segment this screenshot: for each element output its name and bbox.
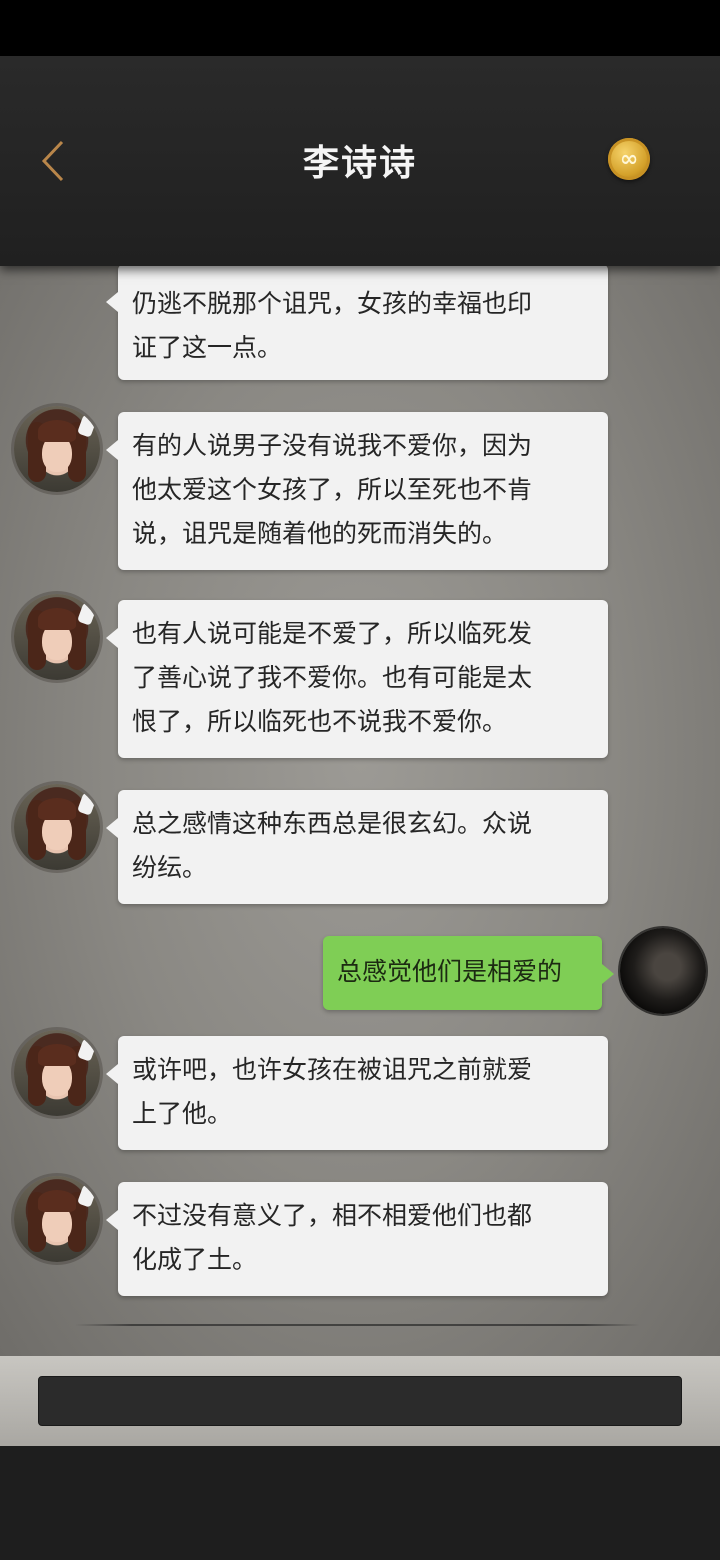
- contact-avatar[interactable]: [14, 784, 100, 870]
- message-bubble-contact[interactable]: 仍逃不脱那个诅咒，女孩的幸福也印 证了这一点。: [106, 266, 608, 380]
- contact-avatar[interactable]: [14, 406, 100, 492]
- bottom-panel: [0, 1446, 720, 1560]
- message-bubble-contact[interactable]: 总之感情这种东西总是很玄幻。众说 纷纭。: [106, 790, 608, 904]
- chat-message-list[interactable]: 仍逃不脱那个诅咒，女孩的幸福也印 证了这一点。 有的人说男子没有说我不爱你，因为…: [0, 266, 720, 1356]
- message-bubble-contact[interactable]: 不过没有意义了，相不相爱他们也都 化成了土。: [106, 1182, 608, 1296]
- contact-avatar[interactable]: [14, 1176, 100, 1262]
- contact-avatar[interactable]: [14, 594, 100, 680]
- infinity-icon: ∞: [619, 146, 639, 172]
- user-avatar[interactable]: [620, 928, 706, 1014]
- paper-divider: [75, 1324, 640, 1326]
- message-input[interactable]: [38, 1376, 682, 1426]
- contact-avatar[interactable]: [14, 1030, 100, 1116]
- message-bubble-contact[interactable]: 有的人说男子没有说我不爱你，因为 他太爱这个女孩了，所以至死也不肯 说，诅咒是随…: [106, 412, 608, 570]
- infinity-badge-button[interactable]: ∞: [608, 138, 650, 180]
- message-bubble-user[interactable]: 总感觉他们是相爱的: [323, 936, 614, 1010]
- chat-header: 李诗诗 ∞: [0, 56, 720, 266]
- message-bubble-contact[interactable]: 或许吧，也许女孩在被诅咒之前就爱 上了他。: [106, 1036, 608, 1150]
- message-bubble-contact[interactable]: 也有人说可能是不爱了，所以临死发 了善心说了我不爱你。也有可能是太 恨了，所以临…: [106, 600, 608, 758]
- status-bar: [0, 0, 720, 56]
